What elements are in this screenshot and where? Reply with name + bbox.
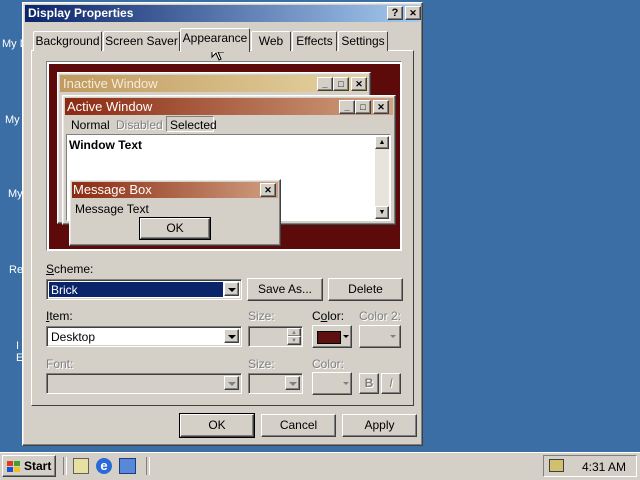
italic-button: I [381,373,401,394]
item-label: Item: [46,309,73,323]
tab-screen-saver[interactable]: Screen Saver [103,31,180,51]
menu-normal: Normal [71,118,110,132]
windows-logo-icon [7,461,21,472]
system-tray: 4:31 AM [543,455,637,477]
network-icon[interactable] [549,459,564,472]
desktop-icon-my-network[interactable]: My [8,188,23,200]
color-swatch [317,331,341,344]
window-text: Window Text [69,138,142,152]
tab-appearance[interactable]: Appearance [180,28,250,52]
font-dropdown [46,373,242,394]
desktop-icon-my-computer[interactable]: My [5,114,20,126]
chevron-down-icon [224,376,239,390]
chevron-down-icon[interactable] [224,282,239,296]
desktop-icon-recycle-bin[interactable]: Re [9,264,23,276]
close-button[interactable]: ✕ [405,6,421,20]
item-color2-button [359,325,401,348]
active-minimize-icon: _ [339,100,355,114]
dialog-title: Display Properties [28,6,134,20]
inactive-minimize-icon: _ [317,77,333,91]
tab-web[interactable]: Web [251,31,291,51]
start-button[interactable]: Start [2,455,56,477]
chevron-down-icon [285,376,300,390]
delete-button[interactable]: Delete [328,278,403,301]
inactive-maximize-icon: □ [333,77,349,91]
tab-effects[interactable]: Effects [292,31,337,51]
bold-button: B [359,373,379,394]
active-maximize-icon: □ [355,100,371,114]
item-size-spinner: ▲ ▼ [248,326,303,347]
cancel-button[interactable]: Cancel [261,414,336,437]
active-close-icon: ✕ [373,100,389,114]
font-color-label: Color: [312,357,345,371]
dialog-title-bar[interactable]: Display Properties [25,5,420,22]
tab-settings[interactable]: Settings [338,31,388,51]
inactive-close-icon: ✕ [351,77,367,91]
scroll-down-icon: ▼ [375,206,389,219]
scheme-dropdown[interactable]: Brick [46,279,242,300]
tab-background[interactable]: Background [33,31,102,51]
item-color2-label: Color 2: [359,309,402,323]
chevron-down-icon[interactable] [224,329,239,343]
item-color-button[interactable] [312,325,352,348]
scroll-up-icon: ▲ [375,136,389,149]
item-color-label: Color: [312,309,345,323]
ok-button[interactable]: OK [179,413,255,438]
msgbox-title-bar: Message Box [72,182,278,198]
item-dropdown[interactable]: Desktop [46,326,242,347]
taskbar-separator [63,457,67,475]
font-label: Font: [46,357,74,371]
font-size-dropdown [248,373,303,394]
save-as-button[interactable]: Save As... [247,278,323,301]
preview-scrollbar: ▲ ▼ [375,136,389,219]
font-size-label: Size: [248,357,275,371]
font-color-button [312,372,352,395]
msgbox-ok-button: OK [139,217,211,240]
message-text: Message Text [75,202,149,216]
close-icon: ✕ [409,8,417,18]
taskbar-separator [146,457,150,475]
help-button[interactable]: ? [387,6,403,20]
ie-icon[interactable]: e [96,458,112,474]
clock[interactable]: 4:31 AM [582,460,626,474]
msgbox-close-icon: ✕ [260,183,276,197]
menu-selected: Selected [166,116,217,132]
scheme-label: Scheme: [46,262,94,276]
outlook-express-icon[interactable] [119,458,136,474]
show-desktop-icon[interactable] [73,458,89,474]
apply-button[interactable]: Apply [342,414,417,437]
menu-disabled: Disabled [116,118,163,132]
item-size-label: Size: [248,309,275,323]
